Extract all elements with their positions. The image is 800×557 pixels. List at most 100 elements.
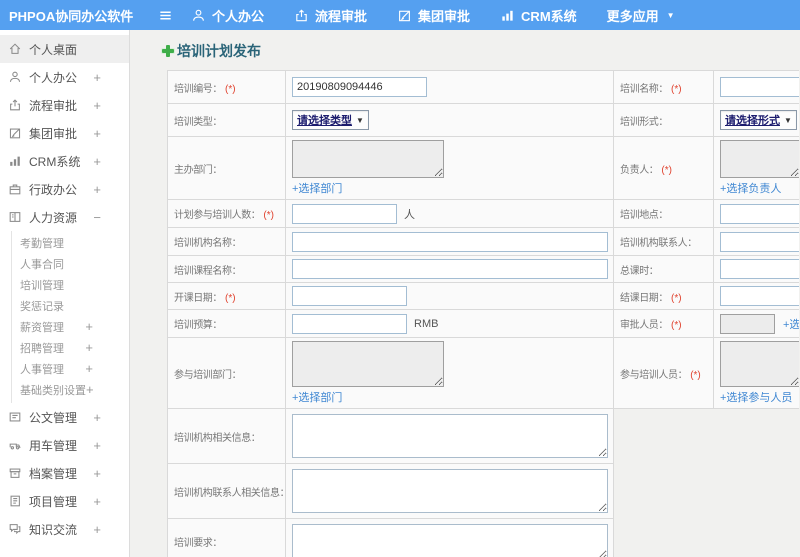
collapse-icon[interactable]: −	[93, 210, 101, 225]
page-title: 培训计划发布	[162, 41, 800, 61]
required-mark: (*)	[225, 292, 236, 304]
required-mark: (*)	[690, 369, 701, 381]
requirements-textarea[interactable]	[292, 523, 608, 557]
chat-icon	[8, 522, 22, 536]
planned-count-label: 计划参与培训人数： (*)	[167, 199, 286, 228]
document-icon	[8, 410, 22, 424]
expand-icon[interactable]: +	[93, 494, 101, 509]
approver-input[interactable]	[720, 313, 775, 334]
sidebar-item-personal-office[interactable]: 个人办公 +	[0, 63, 129, 91]
training-name-input[interactable]	[720, 77, 799, 97]
edit-icon	[8, 126, 22, 140]
car-icon	[8, 438, 22, 452]
sidebar-item-attendance-mgmt[interactable]: 考勤管理	[12, 232, 129, 253]
budget-input[interactable]	[292, 313, 407, 334]
sidebar-item-training-mgmt[interactable]: 培训管理	[12, 274, 129, 295]
start-date-input[interactable]	[292, 286, 407, 306]
book-icon	[8, 210, 22, 224]
org-contact-label: 培训机构联系人：	[613, 227, 714, 256]
org-name-input[interactable]	[292, 231, 608, 252]
sidebar-item-human-resources[interactable]: 人力资源 −	[0, 203, 129, 231]
nav-personal-office[interactable]: 个人办公	[191, 6, 264, 25]
sidebar-item-base-category-settings[interactable]: 基础类别设置 +	[12, 379, 129, 400]
org-info-textarea[interactable]	[292, 414, 608, 458]
sidebar-item-personal-desktop[interactable]: 个人桌面	[0, 35, 129, 63]
expand-icon[interactable]: +	[93, 154, 101, 169]
host-dept-label: 主办部门：	[167, 136, 286, 200]
training-no-input[interactable]	[292, 77, 427, 97]
expand-icon[interactable]: +	[85, 361, 93, 376]
expand-icon[interactable]: +	[93, 410, 101, 425]
notebook-icon	[8, 494, 22, 508]
training-form-label: 培训形式：	[613, 103, 714, 137]
sidebar-item-vehicle-mgmt[interactable]: 用车管理 +	[0, 431, 129, 459]
upload-icon	[8, 98, 22, 112]
training-type-label: 培训类型：	[167, 103, 286, 137]
course-name-input[interactable]	[292, 259, 608, 279]
requirements-label: 培训要求：	[167, 518, 286, 557]
expand-icon[interactable]: +	[93, 466, 101, 481]
sidebar-item-document-mgmt[interactable]: 公文管理 +	[0, 403, 129, 431]
caret-down-icon: ▼	[784, 115, 792, 125]
select-dept-link[interactable]: +选择部门	[292, 389, 342, 405]
sidebar-item-hr-contract[interactable]: 人事合同	[12, 253, 129, 274]
course-name-label: 培训课程名称：	[167, 255, 286, 283]
sidebar-item-salary-mgmt[interactable]: 薪资管理 +	[12, 316, 129, 337]
select-approver-link[interactable]: +选择审批人员	[783, 316, 799, 332]
required-mark: (*)	[671, 320, 682, 331]
location-label: 培训地点：	[613, 199, 714, 228]
archive-icon	[8, 466, 22, 480]
select-leader-link[interactable]: +选择负责人	[720, 180, 781, 196]
training-type-select[interactable]: 请选择类型 ▼	[292, 110, 369, 130]
select-dept-link[interactable]: +选择部门	[292, 180, 342, 196]
expand-icon[interactable]: +	[93, 438, 101, 453]
required-mark: (*)	[671, 292, 682, 304]
planned-count-input[interactable]	[292, 203, 397, 224]
required-mark: (*)	[263, 210, 274, 221]
org-contact-input[interactable]	[720, 231, 799, 252]
nav-group-approval[interactable]: 集团审批	[397, 6, 470, 25]
select-participants-link[interactable]: +选择参与人员	[720, 389, 792, 405]
host-dept-textarea[interactable]	[292, 140, 444, 178]
org-contact-info-textarea[interactable]	[292, 469, 608, 513]
sidebar-item-recruit-mgmt[interactable]: 招聘管理 +	[12, 337, 129, 358]
join-staff-label: 参与培训人员： (*)	[613, 337, 714, 409]
sidebar-item-archive-mgmt[interactable]: 档案管理 +	[0, 459, 129, 487]
training-plan-form: 培训编号：(*) 培训名称：(*) 培训类型： 请选择类型 ▼ 培训形式：	[167, 70, 799, 557]
nav-more-apps[interactable]: 更多应用 ▼	[607, 6, 675, 25]
expand-icon[interactable]: +	[85, 340, 93, 355]
approver-label: 审批人员： (*)	[613, 309, 714, 338]
nav-workflow-approval[interactable]: 流程审批	[294, 6, 367, 25]
training-name-label: 培训名称： (*)	[613, 70, 714, 104]
sidebar-item-project-mgmt[interactable]: 项目管理 +	[0, 487, 129, 515]
expand-icon[interactable]: +	[93, 98, 101, 113]
end-date-label: 结课日期： (*)	[613, 282, 714, 310]
hamburger-menu-icon[interactable]	[158, 8, 173, 23]
expand-icon[interactable]: +	[93, 182, 101, 197]
expand-icon[interactable]: +	[93, 522, 101, 537]
join-dept-textarea[interactable]	[292, 341, 444, 387]
leader-textarea[interactable]	[720, 140, 799, 178]
sidebar-item-workflow-approval[interactable]: 流程审批 +	[0, 91, 129, 119]
end-date-input[interactable]	[720, 286, 799, 306]
nav-crm-system[interactable]: CRM系统	[500, 6, 577, 25]
top-nav: 个人办公 流程审批 集团审批 CRM系统 更多应用 ▼	[191, 6, 705, 25]
sidebar-item-admin-office[interactable]: 行政办公 +	[0, 175, 129, 203]
total-hours-input[interactable]	[720, 259, 799, 279]
expand-icon[interactable]: +	[86, 382, 94, 397]
sidebar-item-group-approval[interactable]: 集团审批 +	[0, 119, 129, 147]
sidebar-item-reward-punish[interactable]: 奖惩记录	[12, 295, 129, 316]
location-input[interactable]	[720, 203, 799, 224]
training-form-select[interactable]: 请选择形式 ▼	[720, 110, 797, 130]
expand-icon[interactable]: +	[93, 70, 101, 85]
empty-area	[614, 519, 800, 557]
expand-icon[interactable]: +	[93, 126, 101, 141]
total-hours-label: 总课时：	[613, 255, 714, 283]
required-mark: (*)	[661, 164, 672, 176]
join-staff-textarea[interactable]	[720, 341, 799, 387]
expand-icon[interactable]: +	[85, 319, 93, 334]
sidebar-item-crm-system[interactable]: CRM系统 +	[0, 147, 129, 175]
sidebar-item-knowledge-exchange[interactable]: 知识交流 +	[0, 515, 129, 543]
sidebar-item-personnel-mgmt[interactable]: 人事管理 +	[12, 358, 129, 379]
org-name-label: 培训机构名称：	[167, 227, 286, 256]
